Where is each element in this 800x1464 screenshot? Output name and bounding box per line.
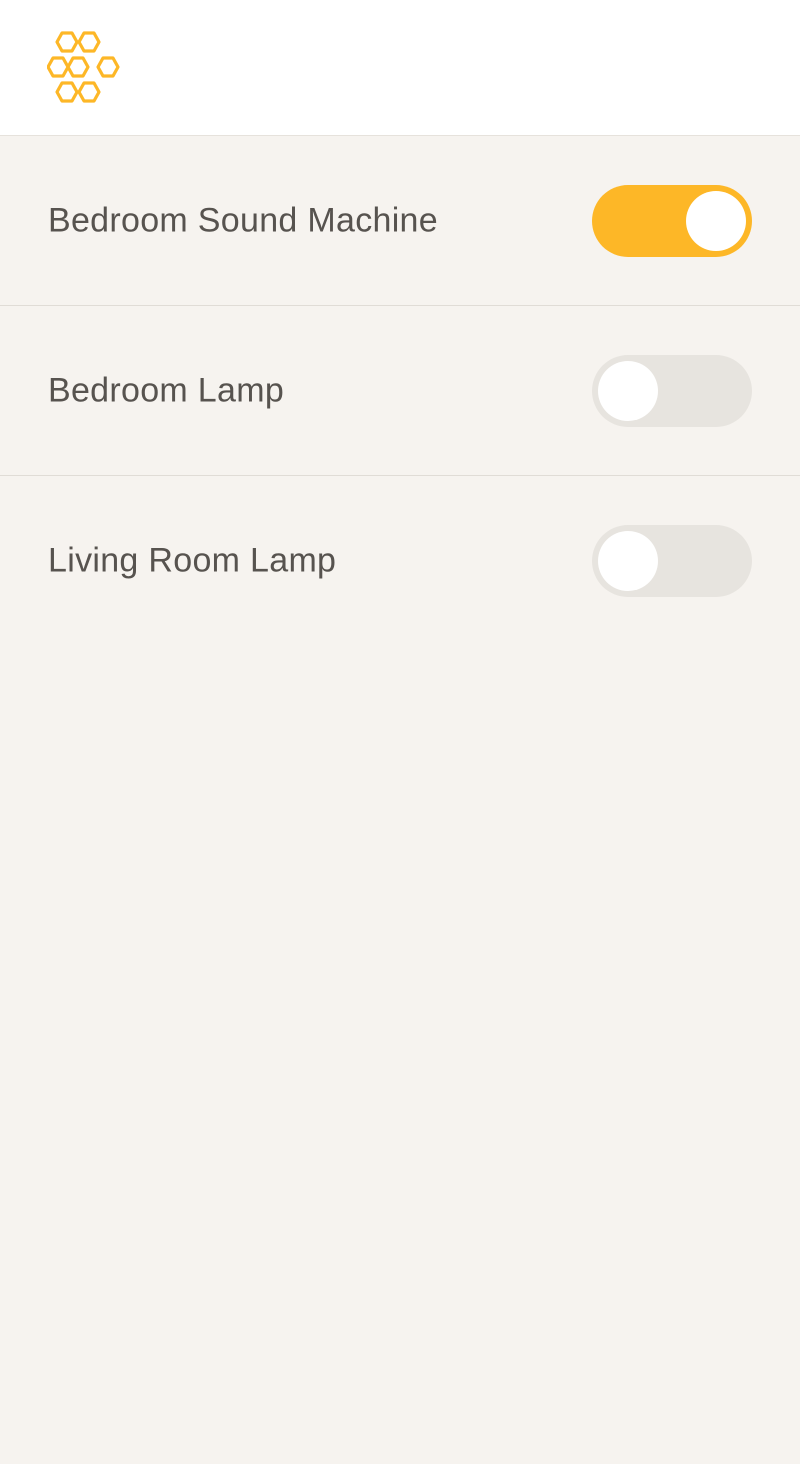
- app-header: [0, 0, 800, 136]
- device-label: Living Room Lamp: [48, 541, 337, 580]
- power-toggle[interactable]: [592, 354, 752, 427]
- toggle-knob: [598, 360, 658, 421]
- device-label: Bedroom Lamp: [48, 371, 285, 409]
- power-toggle[interactable]: [592, 184, 752, 257]
- toggle-knob: [686, 190, 746, 251]
- device-row-living-room-lamp: Living Room Lamp: [0, 476, 800, 646]
- device-label: Bedroom Sound Machine: [48, 201, 438, 239]
- device-row-bedroom-sound-machine: Bedroom Sound Machine: [0, 136, 800, 306]
- device-row-bedroom-lamp: Bedroom Lamp: [0, 306, 800, 476]
- honeycomb-icon: [47, 31, 120, 103]
- toggle-knob: [598, 531, 658, 591]
- device-list: Bedroom Sound Machine Bedroom Lamp Livin…: [0, 136, 800, 646]
- power-toggle[interactable]: [592, 525, 752, 597]
